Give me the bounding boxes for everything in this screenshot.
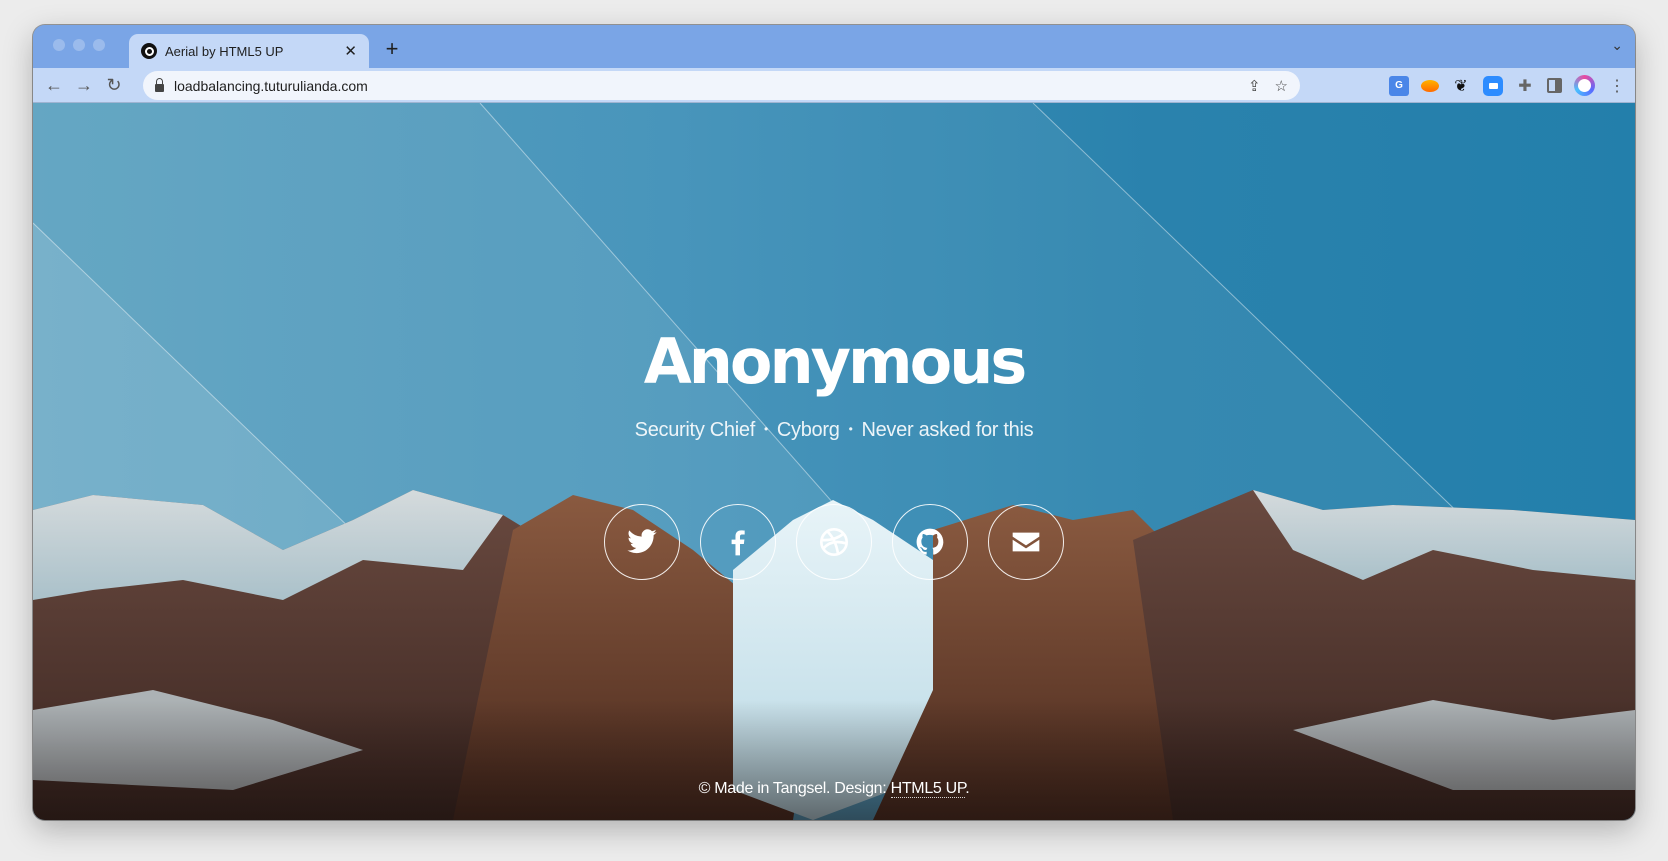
envelope-icon [1012,532,1040,552]
minimize-window-button[interactable] [73,39,85,51]
page-content: Anonymous Security Chief • Cyborg • Never as… [33,103,1635,820]
back-button[interactable]: ← [39,70,69,100]
footer-text: © Made in Tangsel. Design: [698,780,891,797]
page-footer: © Made in Tangsel. Design: HTML5 UP. [33,780,1635,798]
maximize-window-button[interactable] [93,39,105,51]
reload-button[interactable]: ↻ [99,70,129,100]
zoom-icon[interactable] [1483,75,1503,96]
tagline-item: Never asked for this [861,419,1034,441]
tagline-separator: • [848,422,853,436]
forward-button[interactable]: → [69,70,99,100]
site-favicon-icon [141,43,157,59]
footer-end: . [965,780,970,797]
dribbble-icon [820,528,848,556]
github-icon [916,528,944,555]
facebook-button[interactable] [700,504,776,580]
tagline-separator: • [763,422,768,436]
facebook-icon [731,530,745,556]
window-controls [53,39,105,51]
address-bar[interactable]: loadbalancing.tuturulianda.com ⇪ ☆ [143,71,1300,100]
browser-toolbar: ← → ↻ loadbalancing.tuturulianda.com ⇪ ☆… [33,68,1635,103]
bookmark-star-icon[interactable]: ☆ [1275,77,1288,95]
url-text[interactable]: loadbalancing.tuturulianda.com [174,78,1248,94]
email-button[interactable] [988,504,1064,580]
profile-avatar-icon[interactable] [1574,75,1595,96]
browser-window: Aerial by HTML5 UP ✕ + ⌄ ← → ↻ loadbalan… [33,25,1635,820]
extensions-area: G ❦ ✚ ⋮ [1389,72,1627,99]
browser-menu-icon[interactable]: ⋮ [1607,76,1627,96]
lock-icon[interactable] [155,77,164,92]
tagline-item: Security Chief [634,419,756,441]
tab-search-chevron-icon[interactable]: ⌄ [1611,37,1623,54]
new-tab-button[interactable]: + [378,35,406,63]
dribbble-button[interactable] [796,504,872,580]
orange-extension-icon[interactable] [1421,79,1439,92]
twitter-icon [627,529,657,554]
tab-aerial[interactable]: Aerial by HTML5 UP ✕ [129,34,369,68]
close-window-button[interactable] [53,39,65,51]
puzzle-icon[interactable]: ✚ [1515,76,1535,96]
footer-shade [33,700,1635,820]
tagline-item: Cyborg [776,419,840,441]
tagline: Security Chief • Cyborg • Never asked for th… [33,419,1635,442]
close-tab-icon[interactable]: ✕ [344,42,357,60]
social-links [33,504,1635,580]
side-panel-icon[interactable] [1547,78,1562,93]
google-translate-icon[interactable]: G [1389,75,1409,96]
tab-title: Aerial by HTML5 UP [165,43,284,59]
page-title: Anonymous [643,325,1028,398]
tab-strip: Aerial by HTML5 UP ✕ + ⌄ [33,25,1635,68]
share-icon[interactable]: ⇪ [1248,77,1261,95]
twitter-button[interactable] [604,504,680,580]
github-button[interactable] [892,504,968,580]
gnome-foot-icon[interactable]: ❦ [1451,76,1471,96]
html5up-link[interactable]: HTML5 UP [890,780,966,798]
